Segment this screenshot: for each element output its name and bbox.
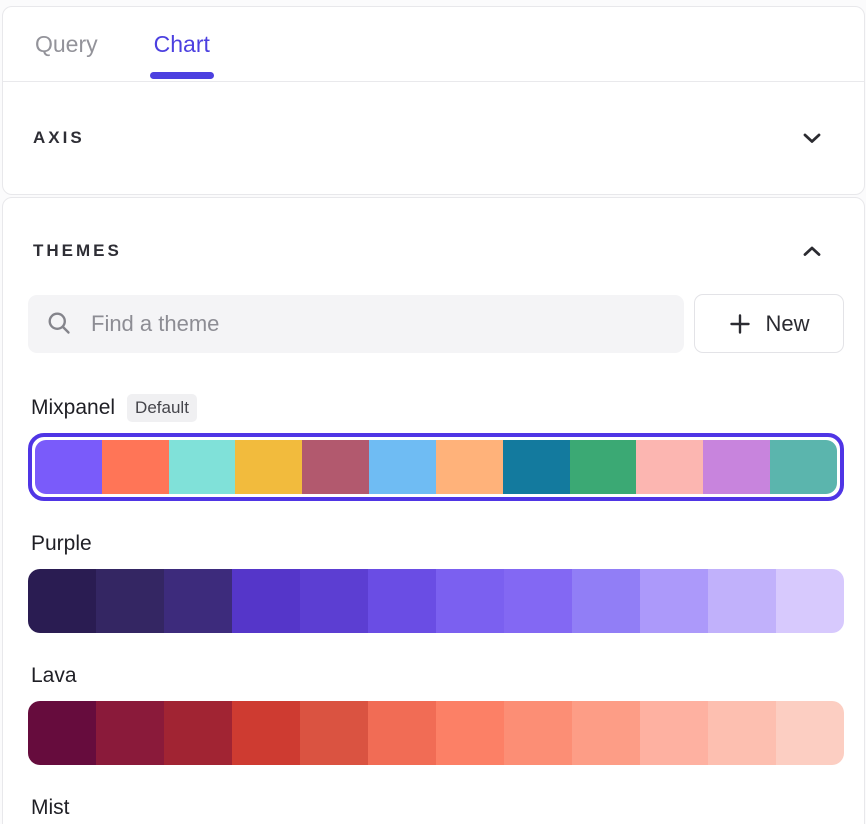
color-swatch bbox=[369, 440, 436, 494]
color-swatch bbox=[28, 701, 96, 765]
default-badge: Default bbox=[127, 394, 197, 422]
chevron-up-icon bbox=[800, 239, 824, 263]
theme-name: Mixpanel bbox=[31, 396, 115, 420]
new-theme-button-label: New bbox=[765, 311, 809, 337]
color-swatch bbox=[96, 701, 164, 765]
theme-search-row: New bbox=[3, 294, 864, 353]
new-theme-button[interactable]: New bbox=[694, 294, 844, 353]
color-swatch bbox=[436, 569, 504, 633]
color-swatch bbox=[504, 569, 572, 633]
color-swatch bbox=[572, 701, 640, 765]
active-tab-underline bbox=[150, 72, 214, 79]
color-swatch bbox=[436, 701, 504, 765]
plus-icon bbox=[728, 312, 752, 336]
query-chart-card: Query Chart AXIS bbox=[2, 6, 865, 195]
search-icon bbox=[46, 310, 73, 337]
theme-item-mixpanel: Mixpanel Default bbox=[28, 395, 844, 501]
themes-card: THEMES New Mixpanel Default Purple Lava Mist bbox=[2, 197, 865, 824]
color-swatch bbox=[640, 569, 708, 633]
selected-theme-outline[interactable] bbox=[28, 433, 844, 501]
color-swatch bbox=[572, 569, 640, 633]
color-swatch bbox=[368, 569, 436, 633]
color-swatch bbox=[300, 569, 368, 633]
color-swatch bbox=[708, 569, 776, 633]
color-swatch bbox=[504, 701, 572, 765]
theme-swatch-row-lava[interactable] bbox=[28, 701, 844, 765]
color-swatch bbox=[232, 701, 300, 765]
chevron-down-icon bbox=[800, 126, 824, 150]
color-swatch bbox=[102, 440, 169, 494]
color-swatch bbox=[776, 701, 844, 765]
theme-swatch-row-mixpanel[interactable] bbox=[35, 440, 837, 494]
theme-label-row: Mist bbox=[31, 795, 844, 821]
axis-section-header[interactable]: AXIS bbox=[3, 82, 864, 194]
axis-section-title: AXIS bbox=[33, 128, 85, 148]
tab-query-label: Query bbox=[35, 31, 98, 58]
theme-list: Mixpanel Default Purple Lava Mist bbox=[3, 395, 864, 821]
color-swatch bbox=[300, 701, 368, 765]
tab-chart-label: Chart bbox=[154, 31, 210, 58]
color-swatch bbox=[368, 701, 436, 765]
color-swatch bbox=[436, 440, 503, 494]
color-swatch bbox=[164, 569, 232, 633]
tab-chart[interactable]: Chart bbox=[152, 7, 212, 81]
color-swatch bbox=[503, 440, 570, 494]
theme-item-lava: Lava bbox=[28, 663, 844, 765]
color-swatch bbox=[636, 440, 703, 494]
color-swatch bbox=[703, 440, 770, 494]
theme-search-input[interactable] bbox=[91, 311, 666, 337]
color-swatch bbox=[96, 569, 164, 633]
color-swatch bbox=[235, 440, 302, 494]
color-swatch bbox=[776, 569, 844, 633]
themes-section-header[interactable]: THEMES bbox=[3, 198, 864, 264]
tab-bar: Query Chart bbox=[3, 7, 864, 82]
color-swatch bbox=[35, 440, 102, 494]
theme-name: Mist bbox=[31, 796, 70, 820]
color-swatch bbox=[570, 440, 637, 494]
color-swatch bbox=[770, 440, 837, 494]
color-swatch bbox=[708, 701, 776, 765]
theme-label-row: Lava bbox=[31, 663, 844, 689]
theme-label-row: Purple bbox=[31, 531, 844, 557]
theme-swatch-row-purple[interactable] bbox=[28, 569, 844, 633]
color-swatch bbox=[640, 701, 708, 765]
theme-name: Purple bbox=[31, 532, 92, 556]
theme-item-purple: Purple bbox=[28, 531, 844, 633]
theme-label-row: Mixpanel Default bbox=[31, 395, 844, 421]
themes-section-title: THEMES bbox=[33, 241, 122, 261]
theme-name: Lava bbox=[31, 664, 77, 688]
theme-item-mist: Mist bbox=[28, 795, 844, 821]
tab-query[interactable]: Query bbox=[33, 7, 100, 81]
color-swatch bbox=[232, 569, 300, 633]
color-swatch bbox=[302, 440, 369, 494]
color-swatch bbox=[164, 701, 232, 765]
theme-search-box[interactable] bbox=[28, 295, 684, 353]
color-swatch bbox=[169, 440, 236, 494]
color-swatch bbox=[28, 569, 96, 633]
